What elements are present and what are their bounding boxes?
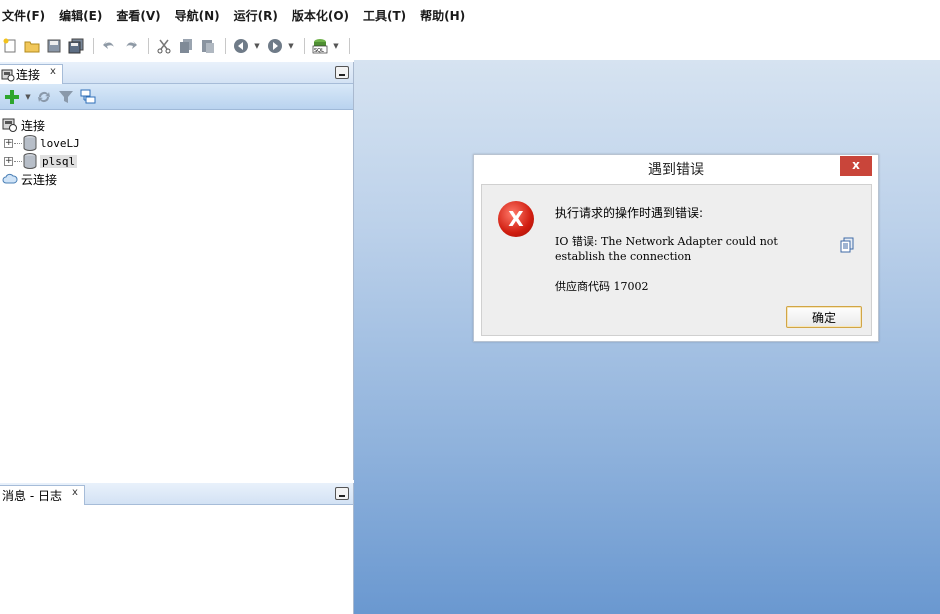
svg-text:SQL: SQL: [314, 48, 324, 54]
database-icon: [23, 135, 37, 151]
menu-view[interactable]: 查看(V): [116, 0, 167, 32]
tree-node-label: 云连接: [21, 172, 58, 187]
tree-node-label: 连接: [21, 118, 46, 133]
forward-dropdown-icon[interactable]: ▼: [287, 36, 295, 56]
tree-node-label: loveLJ: [40, 136, 80, 150]
error-dialog: 遇到错误 x X 执行请求的操作时遇到错误: IO 错误: The Networ…: [473, 154, 879, 342]
error-message: 执行请求的操作时遇到错误:: [555, 206, 704, 220]
tab-close-icon[interactable]: x: [72, 487, 78, 498]
tab-close-icon[interactable]: x: [50, 66, 56, 77]
database-icon: [23, 153, 37, 169]
expand-icon[interactable]: +: [4, 156, 13, 166]
add-connection-icon[interactable]: [2, 87, 22, 107]
save-all-icon[interactable]: [66, 36, 86, 56]
menu-file[interactable]: 文件(F): [2, 0, 52, 32]
tree-connector: [14, 160, 22, 162]
connections-icon: [2, 118, 17, 132]
menu-navigate[interactable]: 导航(N): [175, 0, 227, 32]
undo-icon[interactable]: [99, 36, 119, 56]
menu-help[interactable]: 帮助(H): [420, 0, 472, 32]
tab-connections[interactable]: 连接 x: [0, 64, 63, 84]
toolbar-separator: [349, 38, 350, 54]
open-folder-icon[interactable]: [22, 36, 42, 56]
menu-edit[interactable]: 编辑(E): [59, 0, 109, 32]
toolbar-separator: [304, 38, 305, 54]
tree-node-plsql[interactable]: + plsql: [0, 152, 353, 170]
menu-run[interactable]: 运行(R): [234, 0, 285, 32]
schema-browser-icon[interactable]: [78, 87, 98, 107]
sql-dropdown-icon[interactable]: ▼: [332, 36, 340, 56]
tab-messages-log-label: 消息 - 日志: [2, 489, 62, 503]
toolbar-separator: [93, 38, 94, 54]
save-icon[interactable]: [44, 36, 64, 56]
paste-icon[interactable]: [198, 36, 218, 56]
minimize-icon[interactable]: [335, 66, 349, 79]
tree-node-cloud[interactable]: 云连接: [0, 170, 353, 188]
menu-versioning[interactable]: 版本化(O): [292, 0, 356, 32]
copy-icon[interactable]: [839, 237, 855, 253]
connections-tree: 连接 + loveLJ + plsql 云连接: [0, 110, 353, 188]
tree-node-root[interactable]: 连接: [0, 116, 353, 134]
ok-button[interactable]: 确定: [786, 306, 862, 328]
error-detail: IO 错误: The Network Adapter could not est…: [555, 235, 778, 263]
sql-worksheet-icon[interactable]: SQL: [310, 36, 330, 56]
copy-icon[interactable]: [176, 36, 196, 56]
toolbar-separator: [148, 38, 149, 54]
forward-icon[interactable]: [265, 36, 285, 56]
tree-connector: [14, 142, 22, 144]
cut-icon[interactable]: [154, 36, 174, 56]
redo-icon[interactable]: [121, 36, 141, 56]
close-button[interactable]: x: [840, 156, 872, 176]
dialog-body: X 执行请求的操作时遇到错误: IO 错误: The Network Adapt…: [481, 184, 872, 336]
connections-tabstrip: 连接 x: [0, 62, 353, 84]
connections-panel: 连接 x ▼ 连接 + loveLJ + plsql 云连接: [0, 62, 354, 480]
tab-messages-log[interactable]: 消息 - 日志 x: [0, 485, 85, 505]
back-icon[interactable]: [231, 36, 251, 56]
tree-node-label: plsql: [40, 154, 78, 168]
toolbar-separator: [225, 38, 226, 54]
new-file-icon[interactable]: [0, 36, 20, 56]
tab-connections-label: 连接: [16, 68, 41, 82]
main-toolbar: ▼ ▼ SQL ▼: [0, 32, 940, 60]
dialog-title: 遇到错误 x: [474, 155, 878, 183]
add-dropdown-icon[interactable]: ▼: [24, 87, 32, 107]
connections-toolbar: ▼: [0, 84, 353, 110]
minimize-icon[interactable]: [335, 487, 349, 500]
menu-bar: 文件(F) 编辑(E) 查看(V) 导航(N) 运行(R) 版本化(O) 工具(…: [0, 0, 940, 32]
log-panel: 消息 - 日志 x: [0, 483, 354, 614]
log-tabstrip: 消息 - 日志 x: [0, 483, 353, 505]
refresh-icon[interactable]: [34, 87, 54, 107]
cloud-icon: [2, 173, 18, 184]
back-dropdown-icon[interactable]: ▼: [253, 36, 261, 56]
dialog-title-text: 遇到错误: [648, 162, 704, 178]
menu-tools[interactable]: 工具(T): [363, 0, 413, 32]
error-icon: X: [498, 201, 534, 237]
connections-icon: [1, 69, 15, 81]
tree-node-lovelj[interactable]: + loveLJ: [0, 134, 353, 152]
filter-icon[interactable]: [56, 87, 76, 107]
expand-icon[interactable]: +: [4, 138, 13, 148]
vendor-code: 供应商代码 17002: [555, 280, 649, 293]
